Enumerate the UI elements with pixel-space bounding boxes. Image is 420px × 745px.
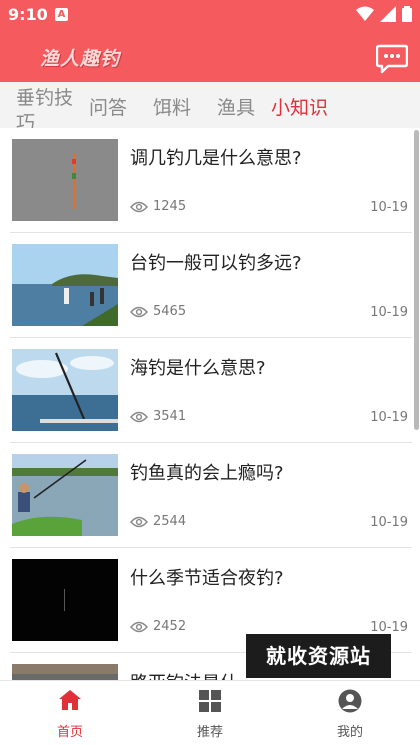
nav-profile-label: 我的	[336, 725, 363, 740]
list-item[interactable]: 钓鱼真的会上瘾吗? 2544 10-19	[0, 443, 412, 548]
article-title: 海钓是什么意思?	[130, 358, 266, 379]
article-thumbnail	[12, 244, 118, 326]
signal-icon	[380, 6, 396, 22]
wifi-icon	[356, 6, 374, 21]
view-count: 1245	[153, 199, 187, 214]
eye-icon	[130, 411, 148, 423]
article-date: 10-19	[370, 515, 408, 530]
tab-knowledge[interactable]: 小知识	[271, 93, 328, 120]
status-icons	[356, 6, 412, 22]
article-title: 什么季节适合夜钓?	[130, 568, 284, 589]
article-date: 10-19	[370, 200, 408, 215]
view-count: 3541	[153, 409, 187, 424]
nav-recommend-label: 推荐	[196, 725, 223, 740]
article-thumbnail	[12, 559, 118, 641]
category-tabs: 垂钓技巧 问答 饵料 渔具 小知识	[0, 82, 420, 128]
tab-techniques[interactable]: 垂钓技巧	[16, 86, 80, 128]
article-thumbnail	[12, 349, 118, 431]
eye-icon	[130, 516, 148, 528]
battery-icon	[402, 6, 412, 22]
view-count: 5465	[153, 304, 187, 319]
eye-icon	[130, 621, 148, 633]
user-icon	[338, 689, 362, 713]
grid-icon	[199, 690, 221, 712]
nav-home-label: 首页	[56, 725, 83, 740]
chat-bubble-icon	[375, 44, 409, 74]
article-title: 台钓一般可以钓多远?	[130, 253, 302, 274]
nav-home[interactable]: 首页	[30, 681, 110, 745]
article-thumbnail	[12, 664, 118, 680]
tab-gear[interactable]: 渔具	[217, 93, 255, 120]
view-count: 2452	[153, 619, 187, 634]
article-date: 10-19	[370, 620, 408, 635]
article-thumbnail	[12, 139, 118, 221]
status-bar: 9:10 A	[0, 0, 420, 30]
list-item[interactable]: 调几钓几是什么意思? 1245 10-19	[0, 128, 412, 233]
nav-recommend[interactable]: 推荐	[170, 681, 250, 745]
nav-profile[interactable]: 我的	[310, 681, 390, 745]
app-header: 9:10 A 渔人趣钓	[0, 0, 420, 82]
message-button[interactable]	[375, 44, 409, 74]
article-title: 调几钓几是什么意思?	[130, 148, 302, 169]
article-title: 钓鱼真的会上瘾吗?	[130, 463, 284, 484]
article-thumbnail	[12, 454, 118, 536]
bottom-navigation: 首页 推荐 我的	[0, 680, 420, 745]
scrollbar[interactable]	[414, 130, 419, 430]
notification-app-icon: A	[55, 8, 68, 21]
article-list: 调几钓几是什么意思? 1245 10-19 台钓一般可以钓多远? 5465 10…	[0, 128, 420, 680]
app-title: 渔人趣钓	[40, 48, 121, 70]
eye-icon	[130, 306, 148, 318]
article-date: 10-19	[370, 410, 408, 425]
article-date: 10-19	[370, 305, 408, 320]
list-item[interactable]: 台钓一般可以钓多远? 5465 10-19	[0, 233, 412, 338]
eye-icon	[130, 201, 148, 213]
watermark-banner: 就收资源站	[246, 634, 391, 678]
home-icon	[59, 690, 81, 710]
tab-qa[interactable]: 问答	[89, 93, 127, 120]
status-time: 9:10	[8, 5, 48, 24]
article-title: 路亚钓法是什	[130, 669, 238, 680]
view-count: 2544	[153, 514, 187, 529]
list-item[interactable]: 海钓是什么意思? 3541 10-19	[0, 338, 412, 443]
tab-bait[interactable]: 饵料	[153, 93, 191, 120]
